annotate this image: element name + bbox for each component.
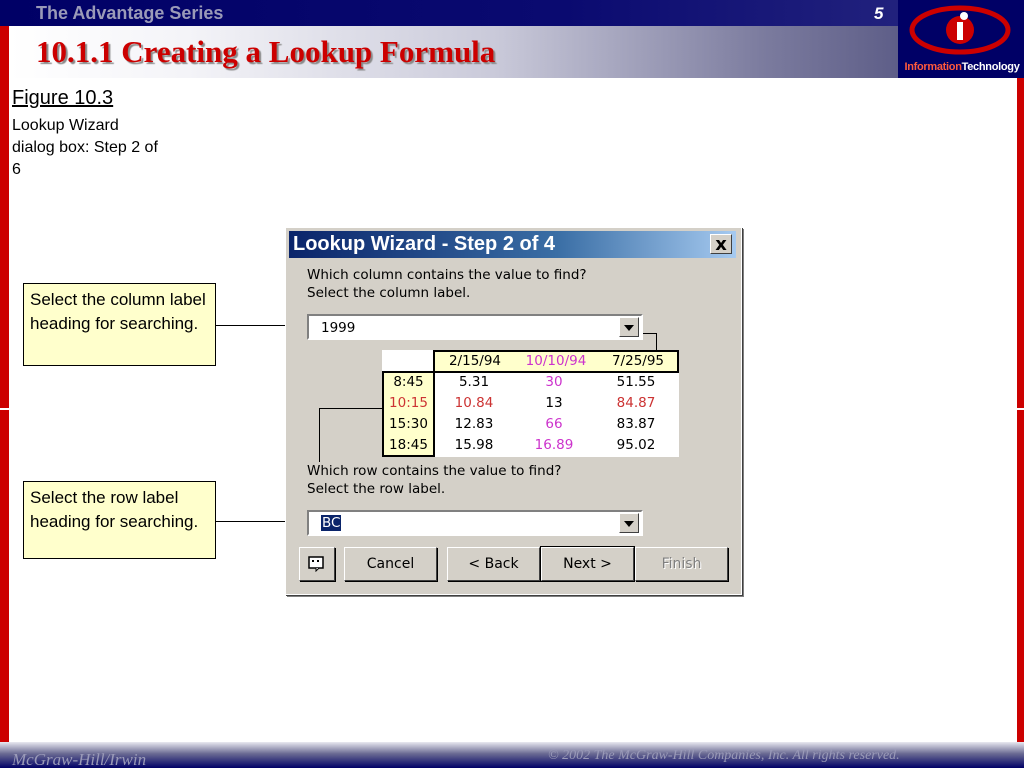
row-connector-v bbox=[319, 408, 320, 462]
data-preview-grid: 2/15/94 10/10/94 7/25/95 8:45 10:15 15:3… bbox=[382, 350, 679, 457]
office-assistant-icon bbox=[308, 556, 324, 573]
page-number: 5 bbox=[874, 4, 884, 23]
finish-button[interactable]: Finish bbox=[635, 547, 728, 581]
column-header-1: 2/15/94 bbox=[448, 353, 502, 369]
grid-cell: 10.84 bbox=[454, 395, 494, 411]
cancel-button[interactable]: Cancel bbox=[344, 547, 437, 581]
column-select[interactable]: 1999 bbox=[307, 314, 643, 340]
column-header-row: 2/15/94 10/10/94 7/25/95 bbox=[433, 350, 679, 373]
row-header-3: 15:30 bbox=[389, 416, 428, 432]
callout-row: Select the row label heading for searchi… bbox=[23, 481, 216, 559]
grid-cell: 95.02 bbox=[616, 437, 656, 453]
grid-cell: 16.89 bbox=[534, 437, 574, 453]
grid-cell: 51.55 bbox=[616, 374, 656, 390]
series-name: The Advantage Series bbox=[36, 3, 224, 23]
row-select-value: BC bbox=[321, 515, 342, 531]
figure-description: Lookup Wizard dialog box: Step 2 of 6 bbox=[12, 117, 158, 178]
chevron-down-icon bbox=[624, 521, 634, 527]
row-header-column: 8:45 10:15 15:30 18:45 bbox=[382, 371, 435, 457]
close-button[interactable]: x bbox=[710, 234, 732, 254]
row-connector-h bbox=[319, 408, 383, 409]
grid-cell: 66 bbox=[545, 416, 563, 432]
dialog-title-bar[interactable]: Lookup Wizard - Step 2 of 4 x bbox=[289, 231, 736, 258]
figure-title: Figure 10.3 bbox=[12, 87, 114, 109]
logo-text: InformationTechnology bbox=[900, 61, 1024, 73]
column-connector-v bbox=[656, 333, 657, 350]
row-header-4: 18:45 bbox=[389, 437, 428, 453]
dialog-title: Lookup Wizard - Step 2 of 4 bbox=[293, 233, 556, 255]
column-select-value: 1999 bbox=[321, 320, 356, 336]
next-button[interactable]: Next > bbox=[540, 546, 635, 582]
logo-text-rest: Technology bbox=[961, 61, 1020, 73]
row-header-1: 8:45 bbox=[393, 374, 424, 390]
column-dropdown-button[interactable] bbox=[619, 317, 639, 337]
publisher: McGraw-Hill/Irwin bbox=[12, 750, 147, 769]
row-instruction: Select the row label. bbox=[307, 481, 446, 497]
grid-cell: 84.87 bbox=[616, 395, 656, 411]
copyright: © 2002 The McGraw-Hill Companies, Inc. A… bbox=[548, 748, 900, 763]
chevron-down-icon bbox=[624, 325, 634, 331]
column-instruction: Select the column label. bbox=[307, 285, 471, 301]
grid-cell: 12.83 bbox=[454, 416, 494, 432]
logo-text-highlight: Information bbox=[904, 61, 962, 73]
right-stripe bbox=[1017, 78, 1024, 742]
grid-cell: 13 bbox=[545, 395, 563, 411]
help-button[interactable] bbox=[299, 547, 335, 581]
row-dropdown-button[interactable] bbox=[619, 513, 639, 533]
grid-cell: 83.87 bbox=[616, 416, 656, 432]
callout-column: Select the column label heading for sear… bbox=[23, 283, 216, 366]
left-tick bbox=[0, 408, 9, 410]
back-button[interactable]: < Back bbox=[447, 547, 540, 581]
grid-cell: 30 bbox=[545, 374, 563, 390]
row-header-2: 10:15 bbox=[389, 395, 428, 411]
close-icon: x bbox=[715, 234, 727, 255]
grid-cell: 15.98 bbox=[454, 437, 494, 453]
slide-title: 10.1.1 Creating a Lookup Formula bbox=[36, 34, 496, 69]
column-header-2: 10/10/94 bbox=[525, 353, 587, 369]
lookup-wizard-dialog: Lookup Wizard - Step 2 of 4 x Which colu… bbox=[285, 227, 742, 595]
row-select[interactable]: BC bbox=[307, 510, 643, 536]
column-connector-h bbox=[643, 333, 657, 334]
column-question: Which column contains the value to find? bbox=[307, 267, 587, 283]
column-header-3: 7/25/95 bbox=[611, 353, 665, 369]
grid-cell: 5.31 bbox=[458, 374, 490, 390]
left-stripe bbox=[0, 26, 9, 742]
row-question: Which row contains the value to find? bbox=[307, 463, 562, 479]
right-tick bbox=[1017, 408, 1024, 410]
